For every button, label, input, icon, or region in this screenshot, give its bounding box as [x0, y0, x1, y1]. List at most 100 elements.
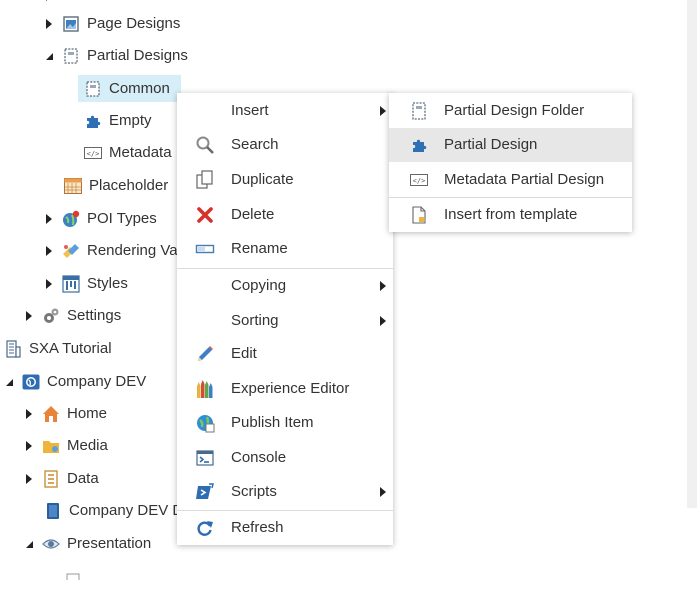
metadata-code-icon: </> — [409, 170, 429, 190]
menu-item-publish-item[interactable]: Publish Item — [177, 406, 393, 440]
home-icon — [42, 405, 60, 423]
menu-item-duplicate[interactable]: Duplicate — [177, 163, 393, 197]
tree-item-label: Data — [67, 470, 99, 487]
tree-item-metadata[interactable]: </> Metadata — [84, 139, 172, 167]
tree-item-label: Settings — [67, 307, 122, 324]
tree-item-dictionary[interactable]: Company DEV D — [44, 497, 183, 525]
duplicate-icon — [195, 170, 215, 190]
collapse-arrow-icon[interactable] — [42, 49, 56, 63]
menu-item-delete[interactable]: Delete — [177, 198, 393, 232]
building-icon — [4, 340, 22, 358]
puzzle-piece-icon — [84, 112, 102, 130]
tree-item-placeholder[interactable]: Placeholder — [64, 172, 168, 200]
expand-arrow-icon[interactable] — [42, 277, 56, 291]
tree-item-settings[interactable]: Settings — [22, 302, 121, 330]
globe-pin-icon — [62, 210, 80, 228]
partial-design-icon — [62, 47, 80, 65]
metadata-code-icon: </> — [84, 144, 102, 162]
placeholder-grid-icon — [64, 177, 82, 195]
expand-arrow-icon[interactable] — [42, 17, 56, 31]
crayons-icon — [195, 379, 215, 399]
tree-item-empty[interactable]: Empty — [84, 107, 152, 135]
menu-item-label: Scripts — [231, 483, 277, 500]
insert-submenu: Partial Design Folder Partial Design </>… — [389, 93, 632, 232]
console-icon — [195, 448, 215, 468]
collapse-arrow-icon[interactable] — [22, 537, 36, 551]
tree-item-rendering-variants[interactable]: Rendering Va — [42, 237, 178, 265]
tree-item-label: Empty — [109, 112, 152, 129]
context-menu: Insert Search Duplicate Delete Rename Co… — [177, 93, 393, 545]
submenu-item-partial-design[interactable]: Partial Design — [389, 128, 632, 162]
menu-item-label: Console — [231, 449, 287, 466]
publish-globe-icon — [195, 413, 215, 433]
refresh-icon — [195, 518, 215, 538]
menu-item-search[interactable]: Search — [177, 128, 393, 162]
partial-design-icon — [84, 80, 102, 98]
rendering-variants-icon — [62, 242, 80, 260]
expand-arrow-icon[interactable] — [42, 212, 56, 226]
expand-arrow-icon[interactable] — [22, 407, 36, 421]
menu-item-label: Publish Item — [231, 414, 314, 431]
menu-item-label: Partial Design Folder — [444, 102, 585, 119]
tree-item-label: Styles — [87, 275, 128, 292]
tree-item-styles[interactable]: Styles — [42, 270, 128, 298]
vertical-scrollbar[interactable] — [684, 0, 697, 570]
data-folder-icon — [42, 470, 60, 488]
menu-item-copying[interactable]: Copying — [177, 269, 393, 303]
submenu-item-metadata-partial-design[interactable]: </> Metadata Partial Design — [389, 163, 632, 197]
tree-item-label: Company DEV — [47, 373, 147, 390]
scrollbar-thumb[interactable] — [687, 0, 697, 508]
expand-arrow-icon[interactable] — [22, 472, 36, 486]
tree-item-partial-designs[interactable]: Partial Designs — [42, 42, 188, 70]
tree-item-label: Company DEV D — [69, 502, 184, 519]
tree-item-label: Metadata — [109, 144, 172, 161]
tree-item-presentation[interactable]: Presentation — [22, 530, 151, 558]
submenu-arrow-icon — [380, 316, 386, 326]
tree-item-home[interactable]: Home — [22, 400, 107, 428]
partial-design-folder-icon — [409, 101, 429, 121]
tree-item-cutoff — [42, 0, 62, 10]
tree-item-page-designs[interactable]: Page Designs — [42, 10, 180, 38]
menu-item-label: Partial Design — [444, 136, 538, 153]
menu-item-rename[interactable]: Rename — [177, 232, 393, 266]
collapse-arrow-icon[interactable] — [2, 375, 16, 389]
menu-item-console[interactable]: Console — [177, 441, 393, 475]
expand-arrow-icon[interactable] — [22, 309, 36, 323]
submenu-item-partial-design-folder[interactable]: Partial Design Folder — [389, 94, 632, 128]
styles-icon — [62, 275, 80, 293]
menu-item-experience-editor[interactable]: Experience Editor — [177, 372, 393, 406]
menu-item-label: Sorting — [231, 312, 279, 329]
tree-item-company-dev[interactable]: Company DEV — [2, 368, 146, 396]
tree-item-poi-types[interactable]: POI Types — [42, 205, 157, 233]
submenu-item-insert-from-template[interactable]: Insert from template — [389, 198, 632, 232]
submenu-arrow-icon — [380, 281, 386, 291]
scripts-icon — [195, 482, 215, 502]
tree-item-sxa-tutorial[interactable]: SXA Tutorial — [4, 335, 112, 363]
menu-item-insert[interactable]: Insert — [177, 94, 393, 128]
menu-item-edit[interactable]: Edit — [177, 337, 393, 371]
puzzle-piece-icon — [409, 135, 429, 155]
menu-item-label: Refresh — [231, 519, 284, 536]
menu-item-sorting[interactable]: Sorting — [177, 304, 393, 338]
menu-item-label: Copying — [231, 277, 287, 294]
expand-arrow-icon[interactable] — [42, 0, 56, 3]
tree-item-label: Page Designs — [87, 15, 181, 32]
expand-arrow-icon[interactable] — [22, 439, 36, 453]
tree-item-common[interactable]: Common — [84, 75, 170, 103]
tree-item-data[interactable]: Data — [22, 465, 99, 493]
menu-item-label: Insert — [231, 102, 269, 119]
media-folder-icon — [42, 437, 60, 455]
gears-icon — [42, 307, 60, 325]
svg-text:</>: </> — [413, 177, 426, 185]
menu-item-label: Rename — [231, 240, 288, 257]
menu-item-refresh[interactable]: Refresh — [177, 511, 393, 545]
menu-item-scripts[interactable]: Scripts — [177, 475, 393, 509]
menu-item-label: Insert from template — [444, 206, 578, 223]
svg-text:</>: </> — [87, 150, 100, 158]
submenu-arrow-icon — [380, 487, 386, 497]
eye-icon — [42, 535, 60, 553]
pencil-icon — [195, 344, 215, 364]
tree-item-label: Home — [67, 405, 108, 422]
tree-item-media[interactable]: Media — [22, 432, 108, 460]
expand-arrow-icon[interactable] — [42, 244, 56, 258]
